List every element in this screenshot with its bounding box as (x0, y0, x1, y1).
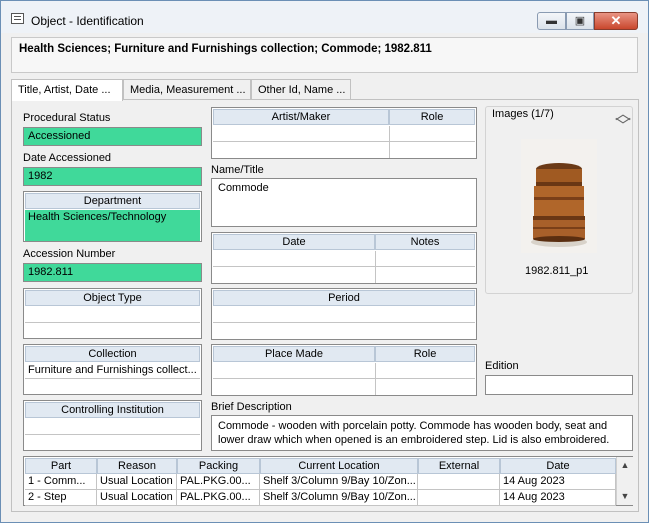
object-type-row[interactable] (25, 323, 200, 339)
minimize-button[interactable]: ▬ (537, 12, 566, 30)
maximize-icon: ▣ (574, 15, 586, 27)
collection-header: Collection (25, 346, 200, 362)
controlling-institution-grid: Controlling Institution (23, 400, 202, 451)
table-cell[interactable]: 14 Aug 2023 (500, 490, 616, 506)
table-cell[interactable]: Usual Location (97, 474, 177, 490)
minimize-icon: ▬ (546, 15, 557, 27)
table-cell[interactable]: 1 - Comm... (25, 474, 97, 490)
period-row[interactable] (213, 323, 475, 339)
maximize-button[interactable]: ▣ (566, 12, 594, 30)
column-header-current-location: Current Location (260, 458, 418, 474)
table-cell[interactable]: Shelf 3/Column 9/Bay 10/Zon... (260, 490, 418, 506)
table-cell[interactable]: PAL.PKG.00... (177, 474, 260, 490)
window-title: Object - Identification (31, 14, 144, 28)
accession-number-field[interactable]: 1982.811 (23, 263, 202, 282)
tab-other-id-name[interactable]: Other Id, Name ... (251, 79, 351, 100)
parts-table: Part Reason Packing Current Location Ext… (23, 456, 633, 506)
controlling-institution-header: Controlling Institution (25, 402, 200, 418)
object-type-header: Object Type (25, 290, 200, 306)
artist-row[interactable] (213, 142, 475, 158)
edition-field[interactable] (485, 375, 633, 395)
commode-image (521, 139, 597, 253)
date-grid: Date Notes (211, 232, 477, 284)
department-cell[interactable]: Health Sciences/Technology (25, 210, 200, 241)
object-type-grid: Object Type (23, 288, 202, 339)
column-header-reason: Reason (97, 458, 177, 474)
date-header: Date (213, 234, 375, 250)
table-cell[interactable]: Shelf 3/Column 9/Bay 10/Zon... (260, 474, 418, 490)
table-cell[interactable] (418, 490, 500, 506)
parts-table-scrollbar[interactable]: ▲ ▼ (616, 457, 633, 505)
table-cell[interactable]: PAL.PKG.00... (177, 490, 260, 506)
date-accessioned-field[interactable]: 1982 (23, 167, 202, 186)
name-title-field[interactable]: Commode (211, 178, 477, 227)
procedural-status-field[interactable]: Accessioned (23, 127, 202, 146)
date-row[interactable] (213, 251, 475, 267)
artist-maker-header: Artist/Maker (213, 109, 389, 125)
artist-maker-grid: Artist/Maker Role (211, 107, 477, 159)
column-header-date: Date (500, 458, 616, 474)
place-made-header: Place Made (213, 346, 375, 362)
table-cell[interactable]: 2 - Step (25, 490, 97, 506)
column-header-packing: Packing (177, 458, 260, 474)
table-cell[interactable]: Usual Location (97, 490, 177, 506)
tab-title-artist-date[interactable]: Title, Artist, Date ... (11, 79, 123, 101)
controlling-institution-row[interactable] (25, 435, 200, 451)
collection-grid: Collection Furniture and Furnishings col… (23, 344, 202, 395)
artist-role-header: Role (389, 109, 475, 125)
collection-row[interactable]: Furniture and Furnishings collect... (25, 363, 200, 379)
title-bar[interactable]: Object - Identification ▬ ▣ ✕ (1, 1, 648, 33)
table-cell[interactable]: 14 Aug 2023 (500, 474, 616, 490)
column-header-part: Part (25, 458, 97, 474)
collection-row[interactable] (25, 379, 200, 395)
period-row[interactable] (213, 307, 475, 323)
controlling-institution-row[interactable] (25, 419, 200, 435)
department-grid: Department Health Sciences/Technology (23, 191, 202, 242)
close-icon: ✕ (610, 13, 622, 28)
edition-label: Edition (485, 360, 519, 372)
department-header: Department (25, 193, 200, 209)
date-accessioned-label: Date Accessioned (23, 152, 112, 164)
close-button[interactable]: ✕ (594, 12, 638, 30)
place-made-row[interactable] (213, 363, 475, 379)
tab-media-measurement[interactable]: Media, Measurement ... (123, 79, 251, 100)
scroll-down-icon[interactable]: ▼ (617, 491, 633, 501)
place-made-grid: Place Made Role (211, 344, 477, 396)
place-made-row[interactable] (213, 379, 475, 395)
object-type-row[interactable] (25, 307, 200, 323)
place-role-header: Role (375, 346, 475, 362)
record-summary-text: Health Sciences; Furniture and Furnishin… (19, 43, 432, 55)
brief-description-label: Brief Description (211, 401, 292, 413)
accession-number-label: Accession Number (23, 248, 116, 260)
image-caption: 1982.811_p1 (525, 265, 589, 277)
scroll-up-icon[interactable]: ▲ (617, 460, 633, 470)
column-header-external: External (418, 458, 500, 474)
window-icon (11, 13, 24, 24)
notes-header: Notes (375, 234, 475, 250)
brief-description-field[interactable]: Commode - wooden with porcelain potty. C… (211, 415, 633, 451)
object-identification-window: Object - Identification ▬ ▣ ✕ Health Sci… (0, 0, 649, 523)
image-next-icon[interactable]: ﹀ (615, 112, 631, 136)
name-title-label: Name/Title (211, 164, 264, 176)
object-thumbnail[interactable] (521, 139, 597, 253)
record-summary-box: Health Sciences; Furniture and Furnishin… (11, 37, 638, 73)
period-grid: Period (211, 288, 477, 340)
procedural-status-label: Procedural Status (23, 112, 111, 124)
images-label: Images (1/7) (490, 108, 556, 120)
table-cell[interactable] (418, 474, 500, 490)
period-header: Period (213, 290, 475, 306)
artist-row[interactable] (213, 126, 475, 142)
date-row[interactable] (213, 267, 475, 283)
